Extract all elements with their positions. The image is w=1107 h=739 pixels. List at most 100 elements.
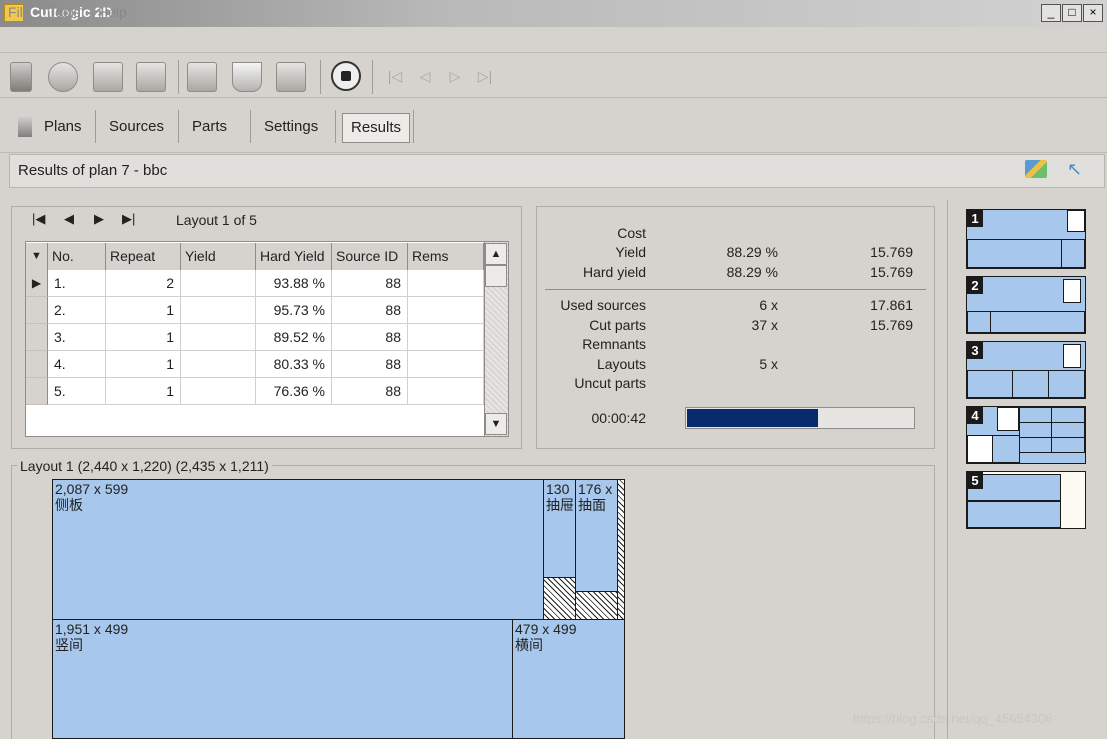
tab-sources[interactable]: Sources <box>97 112 176 142</box>
print-tool-icon[interactable] <box>187 62 217 92</box>
table-cell-source-id[interactable]: 88 <box>332 324 408 351</box>
prev-layout-icon[interactable]: ◁ <box>416 64 434 88</box>
table-cell-no[interactable]: 5. <box>48 378 106 405</box>
col-rems[interactable]: Rems <box>408 243 484 270</box>
row-selector[interactable] <box>26 378 48 405</box>
menu-file[interactable]: File <box>8 4 31 20</box>
close-button[interactable]: × <box>1083 4 1103 22</box>
table-cell-hard-yield[interactable]: 89.52 % <box>256 324 332 351</box>
table-cell-yield[interactable] <box>181 297 256 324</box>
tab-parts[interactable]: Parts <box>180 112 239 142</box>
first-layout-icon[interactable]: |◁ <box>386 64 404 88</box>
filter-tool-icon[interactable] <box>232 62 262 92</box>
layout-thumbnail-2[interactable]: 2 <box>966 276 1086 334</box>
col-repeat[interactable]: Repeat <box>106 243 181 270</box>
table-cell-yield[interactable] <box>181 270 256 297</box>
stats-divider <box>545 289 926 290</box>
table-cell-repeat[interactable]: 1 <box>106 297 181 324</box>
thumb-waste <box>1063 279 1081 303</box>
thumbnail-number: 3 <box>967 342 983 359</box>
part-drawer[interactable]: 130 抽屉 <box>543 479 576 578</box>
toolbar <box>0 54 1107 98</box>
col-yield[interactable]: Yield <box>181 243 256 270</box>
tab-results[interactable]: Results <box>342 113 411 143</box>
part-drawer-front[interactable]: 176 x 抽面 <box>575 479 618 592</box>
thumb-part <box>967 239 1062 268</box>
part-side-panel[interactable]: 2,087 x 599 侧板 <box>52 479 544 620</box>
tab-plans[interactable]: Plans <box>32 112 94 142</box>
table-cell-rems[interactable] <box>408 297 484 324</box>
part-horizontal-divider[interactable]: 479 x 499 横间 <box>512 619 625 739</box>
table-cell-rems[interactable] <box>408 270 484 297</box>
minimize-button[interactable]: _ <box>1041 4 1061 22</box>
stat-hard-yield-label: Hard yield <box>582 264 646 280</box>
table-cell-hard-yield[interactable]: 93.88 % <box>256 270 332 297</box>
tab-separator <box>335 110 336 143</box>
table-cell-rems[interactable] <box>408 324 484 351</box>
tab-separator <box>178 110 179 143</box>
part-vertical-divider[interactable]: 1,951 x 499 竖间 <box>52 619 513 739</box>
layout-thumbnail-4[interactable]: 4 <box>966 406 1086 464</box>
table-cell-rems[interactable] <box>408 378 484 405</box>
layout-options-icon[interactable] <box>1025 160 1047 178</box>
table-cell-repeat[interactable]: 1 <box>106 378 181 405</box>
grid-last-button[interactable]: ▶| <box>122 211 135 227</box>
menu-help[interactable]: Help <box>98 4 127 20</box>
col-hard-yield[interactable]: Hard Yield <box>256 243 332 270</box>
maximize-button[interactable]: □ <box>1062 4 1082 22</box>
cursor-tool-icon[interactable]: ↖ <box>1067 160 1089 178</box>
results-header <box>9 154 1105 188</box>
row-selector[interactable] <box>26 297 48 324</box>
row-menu-icon[interactable]: ▼ <box>26 243 48 270</box>
layout-thumbnail-1[interactable]: 1 <box>966 209 1086 269</box>
tab-separator <box>95 110 96 143</box>
thumbnail-number: 2 <box>967 277 983 294</box>
table-cell-rems[interactable] <box>408 351 484 378</box>
table-cell-source-id[interactable]: 88 <box>332 351 408 378</box>
table-cell-repeat[interactable]: 2 <box>106 270 181 297</box>
table-cell-yield[interactable] <box>181 378 256 405</box>
col-source-id[interactable]: Source ID <box>332 243 408 270</box>
layout-title: Layout 1 (2,440 x 1,220) (2,435 x 1,211) <box>17 458 272 474</box>
menu-tools[interactable]: Tools <box>48 4 81 20</box>
layout-thumbnail-3[interactable]: 3 <box>966 341 1086 399</box>
table-cell-yield[interactable] <box>181 324 256 351</box>
toolbar-separator <box>320 60 321 94</box>
title-bar <box>0 0 1107 27</box>
table-cell-hard-yield[interactable]: 76.36 % <box>256 378 332 405</box>
stat-layouts-label: Layouts <box>596 356 646 372</box>
optimize-tool-icon[interactable] <box>136 62 166 92</box>
table-cell-source-id[interactable]: 88 <box>332 270 408 297</box>
table-cell-source-id[interactable]: 88 <box>332 378 408 405</box>
row-selector[interactable] <box>26 324 48 351</box>
table-cell-no[interactable]: 1. <box>48 270 106 297</box>
table-cell-hard-yield[interactable]: 95.73 % <box>256 297 332 324</box>
row-selector[interactable] <box>26 351 48 378</box>
table-cell-yield[interactable] <box>181 351 256 378</box>
last-layout-icon[interactable]: ▷| <box>476 64 494 88</box>
tab-settings[interactable]: Settings <box>252 112 330 142</box>
parts-tool-icon[interactable] <box>93 62 123 92</box>
plans-tool-icon[interactable] <box>10 62 32 92</box>
next-layout-icon[interactable]: ▷ <box>446 64 464 88</box>
grid-first-button[interactable]: |◀ <box>32 211 45 227</box>
stat-used-sources-value: 6 x <box>759 297 778 313</box>
table-cell-hard-yield[interactable]: 80.33 % <box>256 351 332 378</box>
stat-yield-value: 88.29 % <box>726 244 778 260</box>
export-tool-icon[interactable] <box>276 62 306 92</box>
thumb-part <box>1061 239 1085 268</box>
stop-icon[interactable] <box>331 61 361 91</box>
table-cell-repeat[interactable]: 1 <box>106 351 181 378</box>
table-cell-no[interactable]: 3. <box>48 324 106 351</box>
table-cell-source-id[interactable]: 88 <box>332 297 408 324</box>
grid-prev-button[interactable]: ◀ <box>64 211 74 227</box>
table-cell-no[interactable]: 2. <box>48 297 106 324</box>
col-no[interactable]: No. <box>48 243 106 270</box>
grid-next-button[interactable]: ▶ <box>94 211 104 227</box>
thumbnail-number: 5 <box>967 472 983 489</box>
row-selector-icon[interactable]: ▶ <box>26 270 48 297</box>
sources-tool-icon[interactable] <box>48 62 78 92</box>
table-cell-repeat[interactable]: 1 <box>106 324 181 351</box>
layout-thumbnail-5[interactable]: 5 <box>966 471 1086 529</box>
table-cell-no[interactable]: 4. <box>48 351 106 378</box>
